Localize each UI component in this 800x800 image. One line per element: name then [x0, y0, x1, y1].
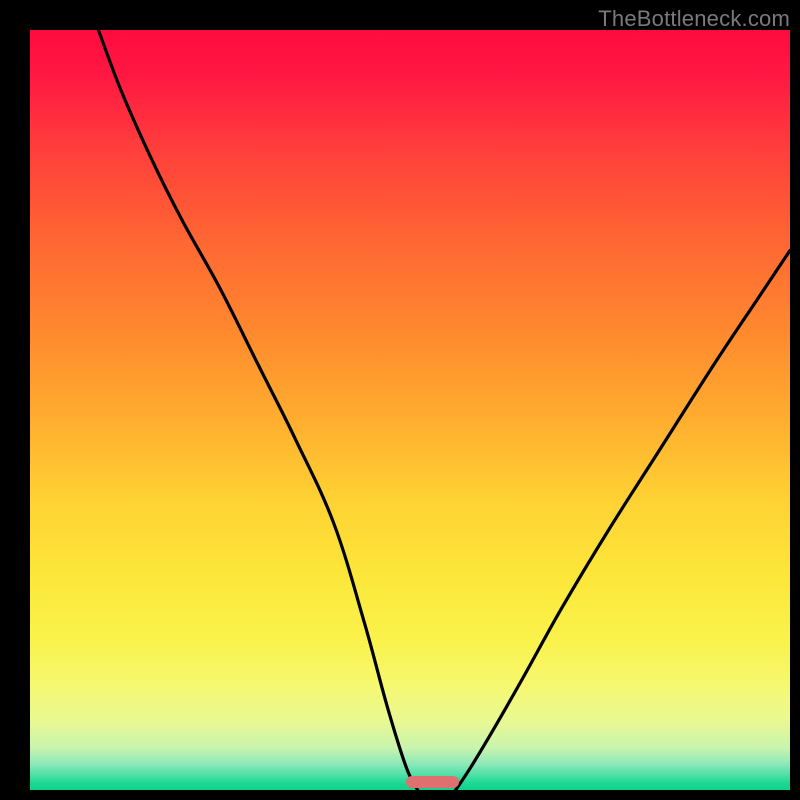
bottleneck-curve: [30, 30, 790, 790]
curve-right-branch: [456, 250, 790, 790]
watermark-text: TheBottleneck.com: [598, 6, 790, 32]
plot-area: [30, 30, 790, 790]
optimum-marker: [406, 776, 459, 788]
curve-left-branch: [98, 30, 417, 790]
